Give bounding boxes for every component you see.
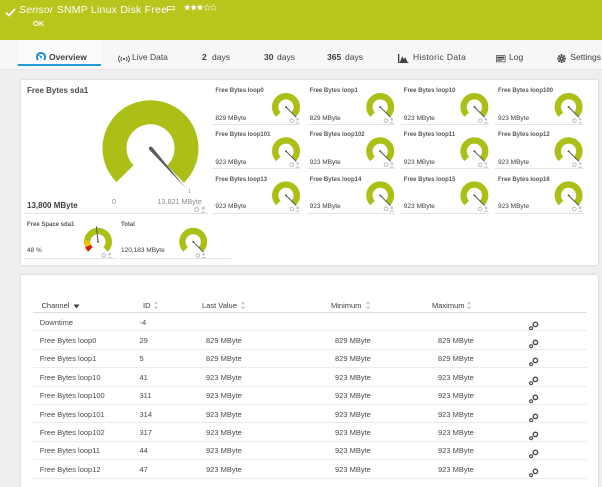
svg-text:1: 1 [188, 189, 191, 195]
